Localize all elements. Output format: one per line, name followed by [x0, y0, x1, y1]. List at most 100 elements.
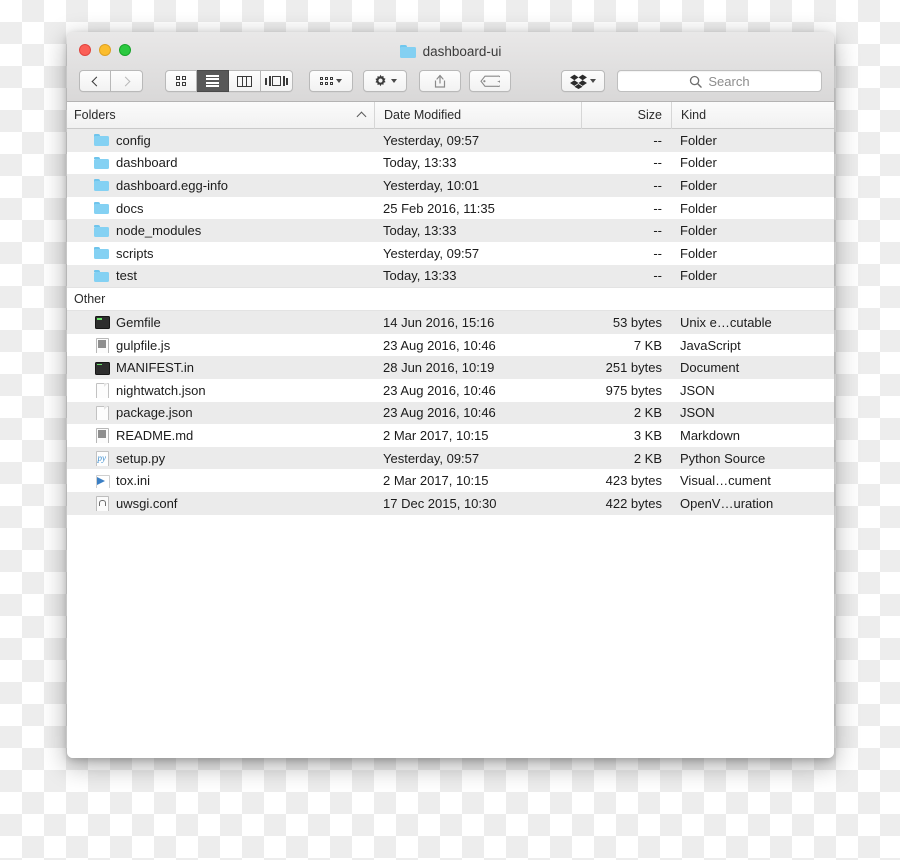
cell-date-modified: Yesterday, 09:57: [383, 450, 480, 466]
group-header: Other: [67, 287, 834, 312]
search-input[interactable]: Search: [617, 70, 822, 92]
file-name: node_modules: [116, 223, 202, 239]
cell-size: 2 KB: [633, 450, 662, 466]
cell-name: MANIFEST.in: [67, 360, 374, 375]
column-header-row: Folders Date Modified Size Kind: [67, 101, 834, 129]
table-row[interactable]: config Yesterday, 09:57 -- Folder: [67, 129, 834, 152]
file-name: package.json: [116, 405, 193, 421]
file-name: README.md: [116, 427, 194, 443]
file-name: docs: [116, 200, 144, 216]
grid-icon: [175, 75, 187, 87]
tag-button[interactable]: [469, 70, 511, 92]
cell-size: 423 bytes: [605, 473, 662, 489]
back-button[interactable]: [79, 70, 111, 92]
folder-icon: [94, 201, 109, 215]
cell-name: setup.py: [67, 451, 374, 466]
cell-date-modified: 28 Jun 2016, 10:19: [383, 360, 495, 376]
cell-name: package.json: [67, 405, 374, 421]
cell-kind: JavaScript: [680, 337, 741, 353]
cell-kind: JSON: [680, 382, 715, 398]
column-header-name[interactable]: Folders: [67, 102, 374, 129]
cell-name: tox.ini: [67, 473, 374, 489]
icon-view-button[interactable]: [165, 70, 197, 92]
folder-icon: [94, 224, 109, 238]
cell-kind: Markdown: [680, 427, 740, 443]
folder-icon: [94, 178, 109, 192]
table-row[interactable]: MANIFEST.in 28 Jun 2016, 10:19 251 bytes Do…: [67, 356, 834, 379]
cell-date-modified: 2 Mar 2017, 10:15: [383, 473, 489, 489]
cell-name: node_modules: [67, 223, 374, 238]
dropbox-button[interactable]: [561, 70, 605, 92]
list-icon: [206, 74, 219, 88]
cell-kind: Folder: [680, 268, 717, 284]
cell-size: --: [653, 223, 662, 239]
table-row[interactable]: test Today, 13:33 -- Folder: [67, 264, 834, 288]
dropbox-icon: [570, 74, 587, 89]
cell-name: scripts: [67, 246, 374, 261]
table-row[interactable]: gulpfile.js 23 Aug 2016, 10:46 7 KB JavaScr…: [67, 334, 834, 357]
cell-size: 422 bytes: [605, 495, 662, 511]
cell-kind: Visual…cument: [680, 473, 771, 489]
cell-date-modified: 25 Feb 2016, 11:35: [383, 200, 495, 216]
table-row[interactable]: package.json 23 Aug 2016, 10:46 2 KB JSON: [67, 401, 834, 425]
cell-kind: Unix e…cutable: [680, 314, 772, 330]
file-name: Gemfile: [116, 314, 161, 330]
folder-icon: [94, 133, 109, 147]
file-name: test: [116, 268, 137, 284]
file-name: scripts: [116, 245, 154, 261]
column-header-kind[interactable]: Kind: [671, 101, 834, 129]
arrange-by-button[interactable]: [309, 70, 353, 92]
column-header-date[interactable]: Date Modified: [374, 101, 581, 129]
visual-studio-icon: [94, 474, 110, 489]
table-row[interactable]: uwsgi.conf 17 Dec 2015, 10:30 422 bytes Ope…: [67, 491, 834, 515]
cell-date-modified: Yesterday, 10:01: [383, 177, 480, 193]
column-header-size[interactable]: Size: [581, 101, 671, 129]
cell-kind: Document: [680, 360, 740, 376]
coverflow-view-button[interactable]: [261, 70, 293, 92]
cell-size: 251 bytes: [605, 360, 662, 376]
chevron-right-icon: [120, 76, 131, 86]
folder-icon: [94, 156, 109, 170]
action-menu-button[interactable]: [363, 70, 407, 92]
gear-icon: [375, 74, 386, 86]
view-mode-group: [165, 70, 293, 92]
table-row[interactable]: node_modules Today, 13:33 -- Folder: [67, 219, 834, 242]
table-row[interactable]: nightwatch.json 23 Aug 2016, 10:46 975 byt…: [67, 379, 834, 402]
cell-kind: Folder: [680, 155, 717, 171]
cell-date-modified: 23 Aug 2016, 10:46: [383, 382, 496, 398]
finder-window: dashboard-ui Search Folders Date Modifie…: [67, 32, 834, 758]
cell-size: --: [653, 245, 662, 261]
table-row[interactable]: README.md 2 Mar 2017, 10:15 3 KB Markdown: [67, 424, 834, 447]
forward-button[interactable]: [111, 70, 143, 92]
table-row[interactable]: Gemfile 14 Jun 2016, 15:16 53 bytes Unix e……: [67, 311, 834, 334]
folder-icon: [94, 246, 109, 260]
chevron-up-icon: [356, 111, 367, 121]
folder-icon: [94, 269, 109, 283]
cell-size: 975 bytes: [605, 382, 662, 398]
table-row[interactable]: setup.py Yesterday, 09:57 2 KB Python Sourc…: [67, 446, 834, 470]
column-view-button[interactable]: [229, 70, 261, 92]
table-row[interactable]: scripts Yesterday, 09:57 -- Folder: [67, 242, 834, 265]
cell-size: 3 KB: [633, 427, 662, 443]
file-name: config: [116, 132, 151, 148]
cell-name: dashboard: [67, 155, 374, 170]
table-row[interactable]: tox.ini 2 Mar 2017, 10:15 423 bytes Visual……: [67, 469, 834, 492]
table-row[interactable]: docs 25 Feb 2016, 11:35 -- Folder: [67, 197, 834, 220]
share-button[interactable]: [419, 70, 461, 92]
cell-size: 53 bytes: [612, 314, 662, 330]
table-row[interactable]: dashboard.egg-info Yesterday, 10:01 -- Fold…: [67, 174, 834, 197]
cell-name: uwsgi.conf: [67, 496, 374, 511]
chevron-down-icon: [391, 79, 397, 83]
toolbar: Search: [67, 66, 834, 96]
arrange-grid-icon: [319, 77, 334, 85]
table-row[interactable]: dashboard Today, 13:33 -- Folder: [67, 152, 834, 175]
cell-date-modified: Yesterday, 09:57: [383, 245, 480, 261]
file-name: dashboard: [116, 155, 178, 171]
cell-name: test: [67, 268, 374, 283]
cell-name: docs: [67, 201, 374, 216]
file-list[interactable]: config Yesterday, 09:57 -- Folder dashboard T…: [67, 129, 834, 758]
config-file-icon: [94, 496, 109, 511]
list-view-button[interactable]: [197, 70, 229, 92]
column-header-name-label: Folders: [74, 108, 116, 122]
chevron-down-icon: [336, 79, 343, 83]
